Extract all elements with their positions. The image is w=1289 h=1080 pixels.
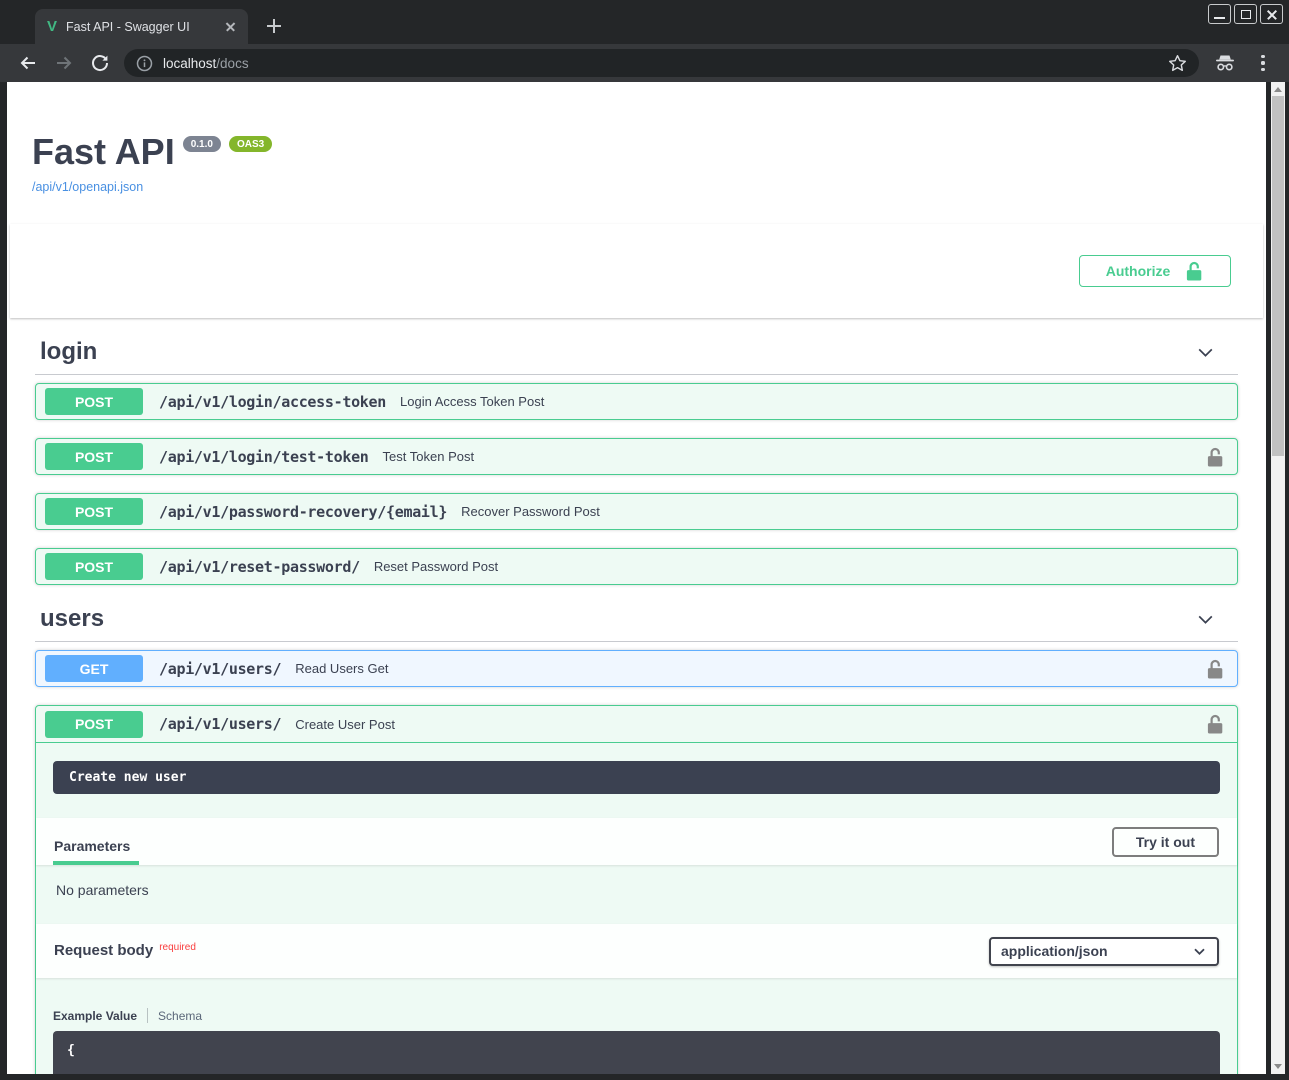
method-badge: POST [45,388,143,415]
method-badge: POST [45,553,143,580]
incognito-icon [1213,51,1237,75]
media-type-select[interactable]: application/json [989,937,1219,966]
bookmark-star-icon[interactable] [1168,54,1187,73]
endpoint-summary: Recover Password Post [461,504,1225,519]
scroll-down-icon[interactable] [1274,1064,1282,1069]
endpoint-summary: Test Token Post [383,449,1205,464]
no-parameters-text: No parameters [36,865,1237,924]
opblock-create-user: POST /api/v1/users/ Create User Post Cre… [35,705,1238,1074]
endpoint-path: /api/v1/login/access-token [159,393,386,411]
tab-schema[interactable]: Schema [158,1009,202,1023]
titlebar: V Fast API - Swagger UI [0,0,1289,44]
method-badge: GET [45,655,143,682]
window-maximize-button[interactable] [1234,4,1257,24]
section-users-header[interactable]: users [35,585,1238,642]
api-info: Fast API 0.1.0 OAS3 /api/v1/openapi.json [7,82,1266,196]
active-tab-underline [53,861,139,865]
auth-lock-icon[interactable] [1205,447,1225,467]
tab-example-value[interactable]: Example Value [53,1009,137,1023]
window-controls [1208,4,1283,24]
method-badge: POST [45,443,143,470]
endpoint-path: /api/v1/users/ [159,715,281,733]
version-badge: 0.1.0 [183,136,221,152]
new-tab-button[interactable] [262,14,286,38]
scroll-up-icon[interactable] [1274,87,1282,92]
tab-title: Fast API - Swagger UI [66,20,222,34]
chevron-down-icon[interactable] [1195,342,1216,363]
endpoint-row-login-test-token[interactable]: POST /api/v1/login/test-token Test Token… [35,438,1238,475]
example-code-block[interactable]: { [53,1031,1220,1074]
browser-toolbar: localhost/docs [0,44,1289,82]
swagger-page: Fast API 0.1.0 OAS3 /api/v1/openapi.json… [7,82,1266,1074]
section-title: login [40,338,97,366]
unlock-icon [1184,261,1204,281]
window-close-button[interactable] [1260,4,1283,24]
url-path: /docs [216,56,248,71]
endpoint-path: /api/v1/reset-password/ [159,558,360,576]
page-info-icon[interactable] [136,55,153,72]
forward-button[interactable] [52,51,76,75]
required-flag: required [159,942,196,953]
auth-lock-icon[interactable] [1205,714,1225,734]
browser-menu-icon[interactable] [1251,51,1275,75]
endpoint-row-read-users[interactable]: GET /api/v1/users/ Read Users Get [35,650,1238,687]
model-example-tabs: Example Value Schema [36,978,1237,1031]
endpoint-summary: Login Access Token Post [400,394,1225,409]
page-title: Fast API [32,134,175,170]
scrollbar[interactable] [1271,82,1285,1074]
browser-window: V Fast API - Swagger UI [0,0,1289,1080]
request-body-label: Request body [54,942,153,959]
try-it-out-button[interactable]: Try it out [1112,827,1219,857]
endpoint-row-reset-password[interactable]: POST /api/v1/reset-password/ Reset Passw… [35,548,1238,585]
section-title: users [40,605,104,633]
scheme-container: Authorize [10,224,1263,318]
tab-close-icon[interactable] [222,18,240,36]
scrollbar-thumb[interactable] [1272,96,1284,456]
request-body-header: Request body required application/json [36,924,1237,978]
endpoint-summary: Read Users Get [295,661,1205,676]
browser-tab[interactable]: V Fast API - Swagger UI [35,9,248,44]
operation-description: Create new user [53,761,1220,794]
section-login-header[interactable]: login [35,318,1238,375]
openapi-spec-link[interactable]: /api/v1/openapi.json [32,180,143,194]
endpoint-path: /api/v1/login/test-token [159,448,369,466]
endpoint-path: /api/v1/users/ [159,660,281,678]
method-badge: POST [45,711,143,738]
endpoint-summary: Reset Password Post [374,559,1225,574]
auth-lock-icon[interactable] [1205,659,1225,679]
oas3-badge: OAS3 [229,136,272,152]
viewport: Fast API 0.1.0 OAS3 /api/v1/openapi.json… [0,82,1289,1080]
window-minimize-button[interactable] [1208,4,1231,24]
parameters-header: Parameters Try it out [36,818,1237,865]
fastapi-favicon-icon: V [47,18,57,35]
media-type-value: application/json [1001,943,1108,959]
tab-divider [147,1008,148,1023]
method-badge: POST [45,498,143,525]
endpoint-summary: Create User Post [295,717,1205,732]
endpoint-path: /api/v1/password-recovery/{email} [159,503,447,521]
chevron-down-icon[interactable] [1195,609,1216,630]
address-bar[interactable]: localhost/docs [124,49,1199,77]
parameters-title: Parameters [54,838,130,854]
endpoint-row-login-access-token[interactable]: POST /api/v1/login/access-token Login Ac… [35,383,1238,420]
chevron-down-icon [1192,944,1207,959]
endpoint-row-create-user[interactable]: POST /api/v1/users/ Create User Post [36,706,1237,743]
url-host: localhost [163,56,216,71]
authorize-button[interactable]: Authorize [1079,255,1231,287]
endpoint-row-password-recovery[interactable]: POST /api/v1/password-recovery/{email} R… [35,493,1238,530]
back-button[interactable] [16,51,40,75]
reload-button[interactable] [88,51,112,75]
authorize-label: Authorize [1106,263,1171,279]
